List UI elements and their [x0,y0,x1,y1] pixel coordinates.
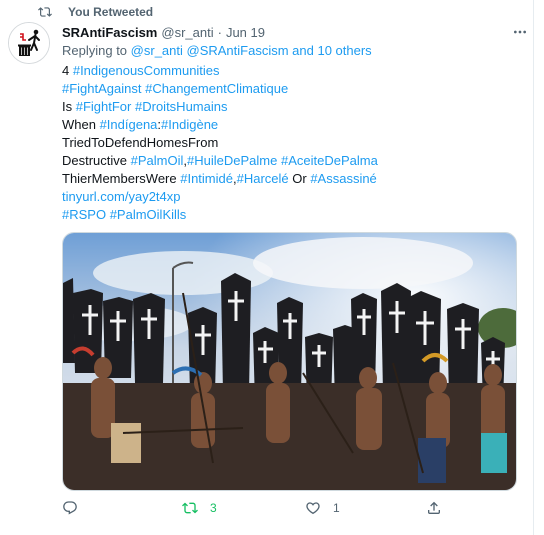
tweet-text-line: TriedToDefendHomesFrom [62,134,522,152]
hashtag-link[interactable]: #Assassiné [310,171,376,186]
more-icon[interactable] [512,25,528,39]
tweet-text-segment: When [62,117,100,132]
anti-fascism-logo-icon [9,23,49,63]
replying-to: Replying to @sr_anti @SRAntiFascism and … [62,43,372,58]
tweet-text-segment: 4 [62,63,73,78]
share-icon [428,501,440,514]
tweet-text-line: #FightAgainst #ChangementClimatique [62,80,522,98]
hashtag-link[interactable]: #PalmOilKills [110,207,187,222]
social-context-text: You Retweeted [68,5,154,19]
tweet-timestamp[interactable]: Jun 19 [226,25,265,40]
tweet-text: 4 #IndigenousCommunities #FightAgainst #C… [62,62,522,224]
tweet-media-photo[interactable] [62,232,517,491]
hashtag-link[interactable]: #PalmOil [131,153,184,168]
hashtag-link[interactable]: #IndigenousCommunities [73,63,220,78]
tweet-text-line: When #Indígena:#Indigène [62,116,522,134]
tweet-text-line: #RSPO #PalmOilKills [62,206,522,224]
tweet-text-line: Destructive #PalmOil,#HuileDePalme #Acei… [62,152,522,170]
hashtag-link[interactable]: #Indígena [100,117,158,132]
tweet-text-segment: TriedToDefendHomesFrom [62,135,219,150]
hashtag-link[interactable]: #Harcelé [237,171,289,186]
replying-to-label: Replying to [62,43,128,58]
url-link[interactable]: tinyurl.com/yay2t4xp [62,189,181,204]
tweet-text-line: 4 #IndigenousCommunities [62,62,522,80]
hashtag-link[interactable]: #Intimidé [180,171,233,186]
social-context: You Retweeted [38,4,153,20]
like-count: 1 [333,501,340,515]
display-name[interactable]: SRAntiFascism [62,25,157,40]
tweet-text-segment: Is [62,99,76,114]
hashtag-link[interactable]: #HuileDePalme [187,153,277,168]
hashtag-link[interactable]: #Indigène [161,117,218,132]
tweet-actions: 3 1 [62,499,462,517]
hashtag-link[interactable]: #DroitsHumains [135,99,227,114]
tweet-text-segment: Destructive [62,153,131,168]
hashtag-link[interactable]: #FightFor [76,99,132,114]
heart-icon [306,502,320,515]
like-button[interactable]: 1 [305,499,340,517]
share-button[interactable] [426,499,454,517]
hashtag-link[interactable]: #AceiteDePalma [281,153,378,168]
hashtag-link[interactable]: #ChangementClimatique [145,81,288,96]
separator-dot: · [217,24,222,40]
retweet-button[interactable]: 3 [182,499,217,517]
reply-icon [63,501,77,515]
replying-to-mentions[interactable]: @sr_anti @SRAntiFascism and 10 others [131,43,372,58]
tweet-text-segment: Or [288,171,311,186]
tweet-text-line: tinyurl.com/yay2t4xp [62,188,522,206]
retweet-icon [38,7,52,17]
tweet-text-line: Is #FightFor #DroitsHumains [62,98,522,116]
protest-photo [63,233,516,490]
hashtag-link[interactable]: #RSPO [62,207,106,222]
tweet-text-segment: ThierMembersWere [62,171,181,186]
hashtag-link[interactable]: #FightAgainst [62,81,142,96]
reply-button[interactable] [62,499,90,517]
tweet-header: SRAntiFascism @sr_anti · Jun 19 [62,23,528,41]
retweet-count: 3 [210,501,217,515]
avatar[interactable] [8,22,50,64]
timeline-border [533,0,534,535]
retweet-icon [182,502,198,514]
user-handle[interactable]: @sr_anti [161,25,213,40]
tweet-text-line: ThierMembersWere #Intimidé,#Harcelé Or #… [62,170,522,188]
